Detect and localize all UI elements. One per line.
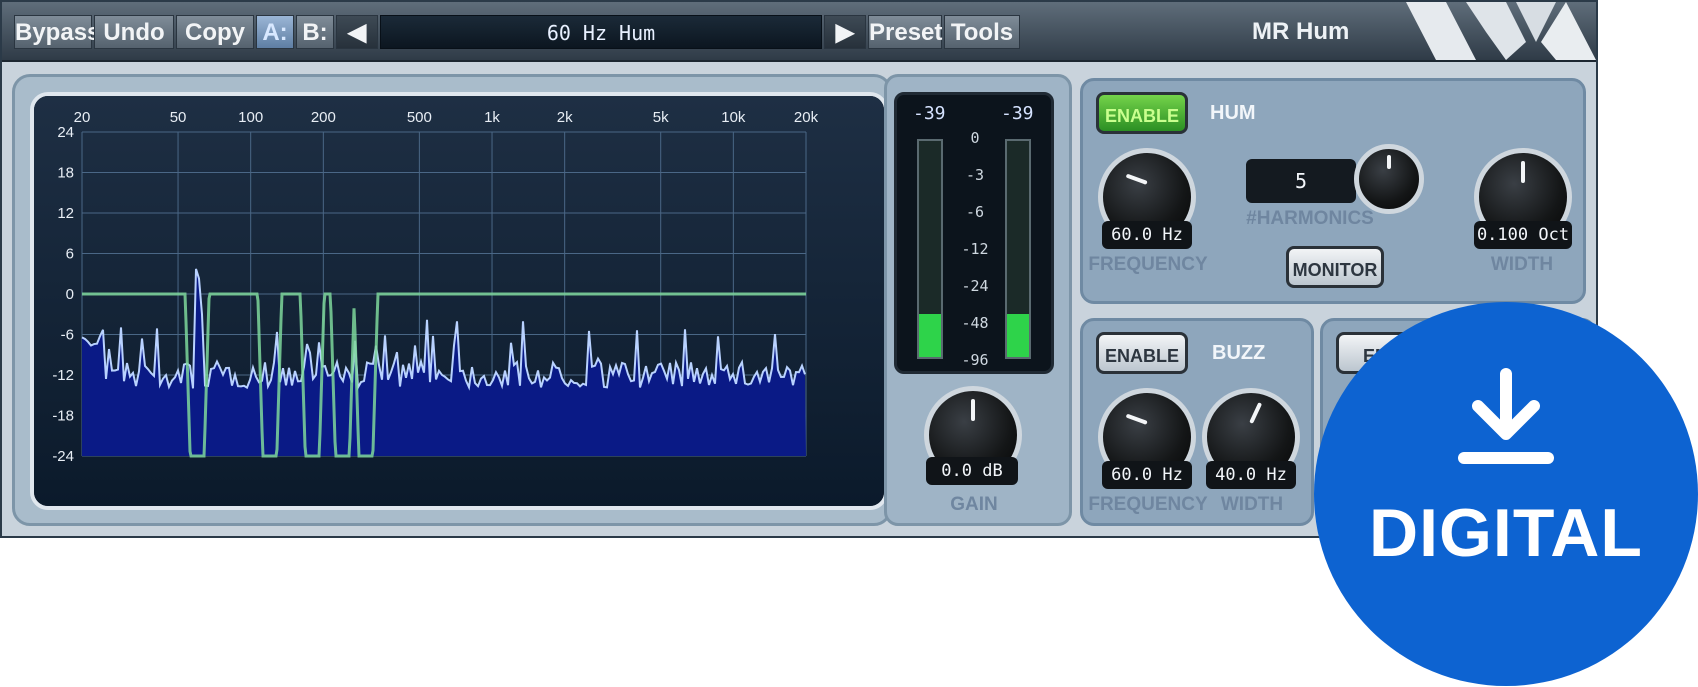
- buzz-width-knob-pointer: [1249, 402, 1263, 424]
- harmonics-knob[interactable]: [1354, 144, 1424, 214]
- b-button[interactable]: B:: [296, 15, 334, 49]
- copy-button[interactable]: Copy: [176, 15, 254, 49]
- hum-width-knob-pointer: [1521, 161, 1525, 183]
- peak-right-readout: -39: [1001, 103, 1034, 124]
- meter-scale-label: -96: [961, 351, 989, 369]
- next-preset-button[interactable]: ▶: [824, 15, 866, 49]
- db-tick-label: 0: [66, 286, 74, 303]
- hum-width-label: WIDTH: [1490, 254, 1554, 275]
- meter-right: [1005, 139, 1031, 359]
- level-meters: -39 -39 0 -3 -6 -12 -24 -48 -96: [894, 92, 1054, 374]
- hum-width-value: 0.100 Oct: [1474, 221, 1572, 249]
- digital-badge: DIGITAL: [1314, 302, 1698, 686]
- meter-scale-label: -24: [961, 277, 989, 295]
- meter-scale-label: 0: [970, 129, 980, 147]
- freq-tick-label: 10k: [721, 109, 746, 126]
- buzz-width-value: 40.0 Hz: [1206, 461, 1296, 489]
- harmonics-value[interactable]: 5: [1246, 159, 1356, 203]
- brand-logo: [1406, 2, 1596, 60]
- freq-tick-label: 1k: [484, 109, 500, 126]
- plugin-title: MR Hum: [1252, 18, 1350, 45]
- freq-tick-label: 100: [238, 109, 263, 126]
- db-tick-label: 24: [57, 124, 74, 141]
- hum-title: HUM: [1210, 102, 1256, 124]
- db-tick-label: 6: [66, 246, 74, 263]
- buzz-frequency-label: FREQUENCY: [1088, 494, 1208, 515]
- buzz-width-label: WIDTH: [1220, 494, 1284, 515]
- monitor-button[interactable]: MONITOR: [1286, 246, 1384, 288]
- gain-knob-pointer: [971, 399, 975, 421]
- bypass-button[interactable]: Bypass: [14, 15, 100, 49]
- meter-left-fill: [919, 313, 941, 357]
- hum-enable-button[interactable]: ENABLE: [1096, 92, 1188, 134]
- previous-preset-button[interactable]: ◀: [336, 15, 378, 49]
- gain-value: 0.0 dB: [926, 457, 1018, 485]
- preset-menu-button[interactable]: Preset: [868, 15, 942, 49]
- hum-frequency-knob-pointer: [1125, 173, 1148, 185]
- freq-tick-label: 5k: [653, 109, 669, 126]
- buzz-enable-button[interactable]: ENABLE: [1096, 332, 1188, 374]
- freq-tick-label: 200: [311, 109, 336, 126]
- freq-tick-label: 20k: [794, 109, 819, 126]
- meter-right-fill: [1007, 313, 1029, 357]
- db-tick-label: -18: [52, 408, 74, 425]
- toolbar: Bypass Undo Copy A: B: ◀ 60 Hz Hum ▶ Pre…: [2, 2, 1596, 62]
- db-tick-label: 12: [57, 205, 74, 222]
- preset-name-display[interactable]: 60 Hz Hum: [380, 15, 822, 49]
- buzz-frequency-value: 60.0 Hz: [1102, 461, 1192, 489]
- freq-tick-label: 2k: [557, 109, 573, 126]
- gain-label: GAIN: [950, 494, 998, 515]
- freq-tick-label: 50: [170, 109, 187, 126]
- hum-frequency-value: 60.0 Hz: [1102, 221, 1192, 249]
- meter-left: [917, 139, 943, 359]
- harmonics-knob-pointer: [1387, 155, 1391, 169]
- freq-tick-label: 500: [407, 109, 432, 126]
- tools-menu-button[interactable]: Tools: [944, 15, 1020, 49]
- meter-scale-label: -48: [961, 314, 989, 332]
- spectrum-graph: 20 50 100 200 500 1k 2k 5k 10k 20k 24 18 12 6 0 -6 -12 -…: [34, 96, 884, 506]
- meter-scale-label: -3: [965, 166, 985, 184]
- peak-left-readout: -39: [913, 103, 946, 124]
- db-tick-label: 18: [57, 165, 74, 182]
- hum-frequency-label: FREQUENCY: [1088, 254, 1208, 275]
- spectrum-analyzer[interactable]: 20 50 100 200 500 1k 2k 5k 10k 20k 24 18 12 6 0 -6 -12 -…: [30, 92, 888, 510]
- db-tick-label: -12: [52, 367, 74, 384]
- meter-scale-label: -12: [961, 240, 989, 258]
- badge-label: DIGITAL: [1369, 495, 1643, 571]
- undo-button[interactable]: Undo: [94, 15, 174, 49]
- freq-tick-label: 20: [74, 109, 91, 126]
- harmonics-label: #HARMONICS: [1246, 208, 1374, 229]
- buzz-title: BUZZ: [1212, 342, 1266, 364]
- meter-scale-label: -6: [965, 203, 985, 221]
- buzz-frequency-knob-pointer: [1125, 413, 1148, 425]
- db-tick-label: -24: [52, 448, 74, 465]
- ab-button[interactable]: A:: [256, 15, 294, 49]
- db-tick-label: -6: [61, 327, 74, 344]
